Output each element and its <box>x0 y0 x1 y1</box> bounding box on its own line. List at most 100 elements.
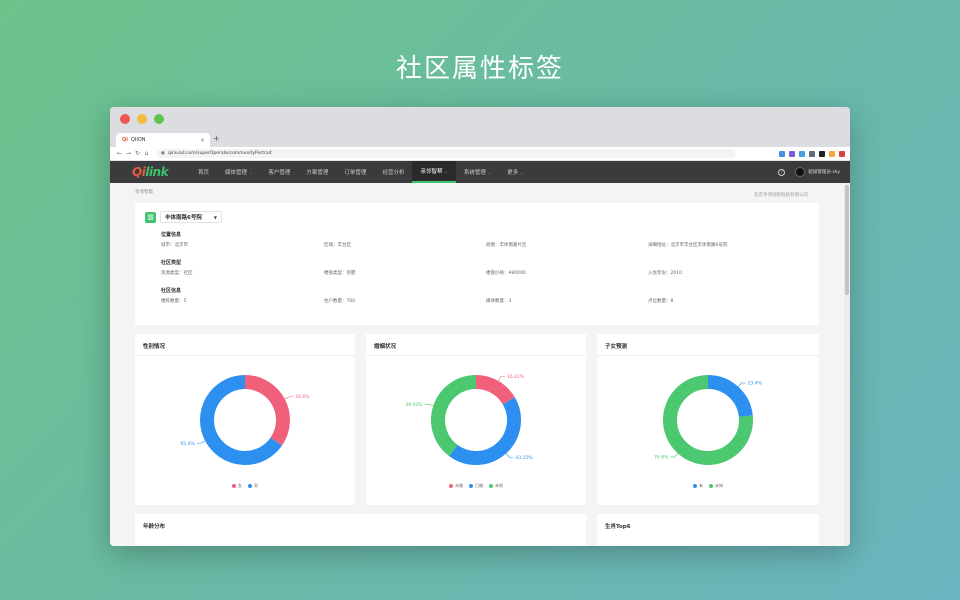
donut-slice[interactable] <box>431 375 477 457</box>
info-field: 楼盘类型：别墅 <box>324 271 356 276</box>
label-leader-line <box>498 376 505 382</box>
info-field: 点位数量：8 <box>648 299 674 304</box>
nav-item[interactable]: 首页 <box>190 161 217 183</box>
gender-donut-chart: 34.6% 65.4% <box>180 375 310 465</box>
forward-icon[interactable]: → <box>124 150 133 157</box>
page-scrollbar[interactable] <box>844 183 850 546</box>
legend-item[interactable]: 男 <box>248 483 258 489</box>
nav-item[interactable]: 媒体管理 ⌄ <box>217 161 260 183</box>
gender-card: 性别情况 34.6% 65.4% 女男 <box>135 334 355 505</box>
legend-label: 未婚 <box>455 483 463 488</box>
slice-label: 39.43% <box>405 402 423 408</box>
info-field: 住户数量：700 <box>324 299 356 304</box>
extension-icons <box>779 150 845 157</box>
nav-item[interactable]: 经营分析 <box>374 161 412 183</box>
info-field: 区域：丰台区 <box>324 243 351 248</box>
nav-item-label: 媒体管理 <box>225 170 248 176</box>
label-leader-line <box>284 396 294 400</box>
legend-item[interactable]: 未知 <box>489 483 503 489</box>
url-text: qiniuad.com/superOperate/communityPortra… <box>167 151 272 156</box>
donut-slice[interactable] <box>707 375 753 418</box>
legend-item[interactable]: 未婚 <box>449 483 463 489</box>
browser-window: Qi QIION × + ← → ↻ ⌂ ● qiniuad.com/super… <box>110 107 850 546</box>
info-field: 商圈：丰体南路片区 <box>486 243 527 248</box>
user-menu[interactable]: 超级管理员-sky <box>808 169 840 175</box>
browser-tab[interactable]: Qi QIION × <box>116 133 210 147</box>
chevron-down-icon: ⌄ <box>520 169 524 175</box>
info-field: 楼栋数量：5 <box>161 299 187 304</box>
scrollbar-thumb[interactable] <box>845 185 849 295</box>
reload-icon[interactable]: ↻ <box>133 150 142 157</box>
favicon-icon: Qi <box>122 137 128 143</box>
nav-item[interactable]: 客户管理 <box>260 161 298 183</box>
legend-swatch <box>693 484 697 488</box>
community-info-card: ▥ 丰体南路6号院 ▼ 位置信息 城市：北京市 区域：丰台区 商圈：丰体南路片区 详细地… <box>135 203 819 325</box>
nav-item-label: 系统管理 <box>463 170 486 176</box>
browser-tabbar: Qi QIION × + <box>110 131 850 147</box>
nav-item[interactable]: 方案管理 <box>298 161 336 183</box>
chevron-down-icon: ⌄ <box>249 169 253 175</box>
slice-label: 23.4% <box>748 380 763 386</box>
nav-item-label: 方案管理 <box>306 170 329 176</box>
close-tab-icon[interactable]: × <box>200 137 205 144</box>
section-title: 位置信息 <box>161 232 182 238</box>
age-distribution-card: 年龄分布 <box>135 514 586 546</box>
label-leader-line <box>424 403 434 407</box>
marital-card: 婚姻状况 16.42% 43.15% 39.43% 未婚 已婚 未知 <box>366 334 586 505</box>
extension-icon[interactable] <box>809 150 815 157</box>
new-tab-icon[interactable]: + <box>213 134 220 143</box>
maximize-window-button[interactable] <box>154 114 164 124</box>
extension-icon[interactable] <box>799 150 805 157</box>
legend-label: 未知 <box>495 483 503 488</box>
back-icon[interactable]: ← <box>115 150 124 157</box>
caret-down-icon: ▼ <box>213 214 217 220</box>
extension-icon[interactable] <box>829 150 835 157</box>
close-window-button[interactable] <box>120 114 130 124</box>
avatar[interactable] <box>795 167 806 177</box>
nav-item-label: 客户管理 <box>268 170 291 176</box>
extension-icon[interactable] <box>789 150 795 157</box>
url-field[interactable]: ● qiniuad.com/superOperate/communityPort… <box>156 149 736 158</box>
legend-item[interactable]: 女 <box>232 483 242 489</box>
page-headline: 社区属性标签 <box>395 54 564 84</box>
legend-item[interactable]: 有 <box>693 483 703 489</box>
donut-slice[interactable] <box>244 375 290 446</box>
nav-item[interactable]: 订单管理 <box>336 161 374 183</box>
nav-item[interactable]: 亲邻智帮 ⌄ <box>412 161 456 183</box>
donut-slice[interactable] <box>449 397 521 465</box>
extension-icon[interactable] <box>839 150 845 157</box>
legend-swatch <box>232 484 236 488</box>
home-icon[interactable]: ⌂ <box>142 150 151 157</box>
label-leader-line <box>196 440 206 444</box>
page-content: 亲邻智帮 北京亲邻创新科技有限公司 ▥ 丰体南路6号院 ▼ 位置信息 城市：北京市… <box>110 183 850 546</box>
chart-legend: 未婚 已婚 未知 <box>366 483 586 489</box>
nav-item-label: 订单管理 <box>344 170 367 176</box>
chart-legend: 女男 <box>135 483 355 489</box>
legend-swatch <box>709 484 713 488</box>
nav-item[interactable]: 更多 ⌄ <box>499 161 531 183</box>
legend-swatch <box>248 484 252 488</box>
legend-label: 有 <box>699 483 703 488</box>
breadcrumb[interactable]: 亲邻智帮 <box>135 189 153 195</box>
card-title: 生肖Top6 <box>605 524 631 530</box>
legend-label: 女 <box>238 483 242 488</box>
main-menu: 首页 媒体管理 ⌄ 客户管理 方案管理 订单管理 经营分析 亲邻智帮 ⌄ 系统管理 ⌄ 更多 ⌄ <box>190 161 532 183</box>
children-card: 子女预测 23.4% 76.6% 有未知 <box>597 334 819 505</box>
info-field: 城市：北京市 <box>161 243 188 248</box>
help-icon[interactable]: ? <box>778 168 786 176</box>
legend-item[interactable]: 已婚 <box>469 483 483 489</box>
app-logo[interactable]: Qilink <box>132 165 180 179</box>
window-titlebar <box>110 107 850 131</box>
community-selector[interactable]: ▥ 丰体南路6号院 ▼ <box>145 211 222 223</box>
section-title: 社区类型 <box>161 260 182 266</box>
minimize-window-button[interactable] <box>137 114 147 124</box>
nav-item[interactable]: 系统管理 ⌄ <box>456 161 499 183</box>
info-field: 入住年份：2010 <box>648 271 682 276</box>
nav-item-label: 经营分析 <box>382 170 405 176</box>
extension-icon[interactable] <box>779 150 785 157</box>
extension-icon[interactable] <box>819 150 825 157</box>
label-leader-line <box>505 453 514 458</box>
legend-swatch <box>469 484 473 488</box>
donut-slice[interactable] <box>475 375 515 405</box>
legend-item[interactable]: 未知 <box>709 483 723 489</box>
